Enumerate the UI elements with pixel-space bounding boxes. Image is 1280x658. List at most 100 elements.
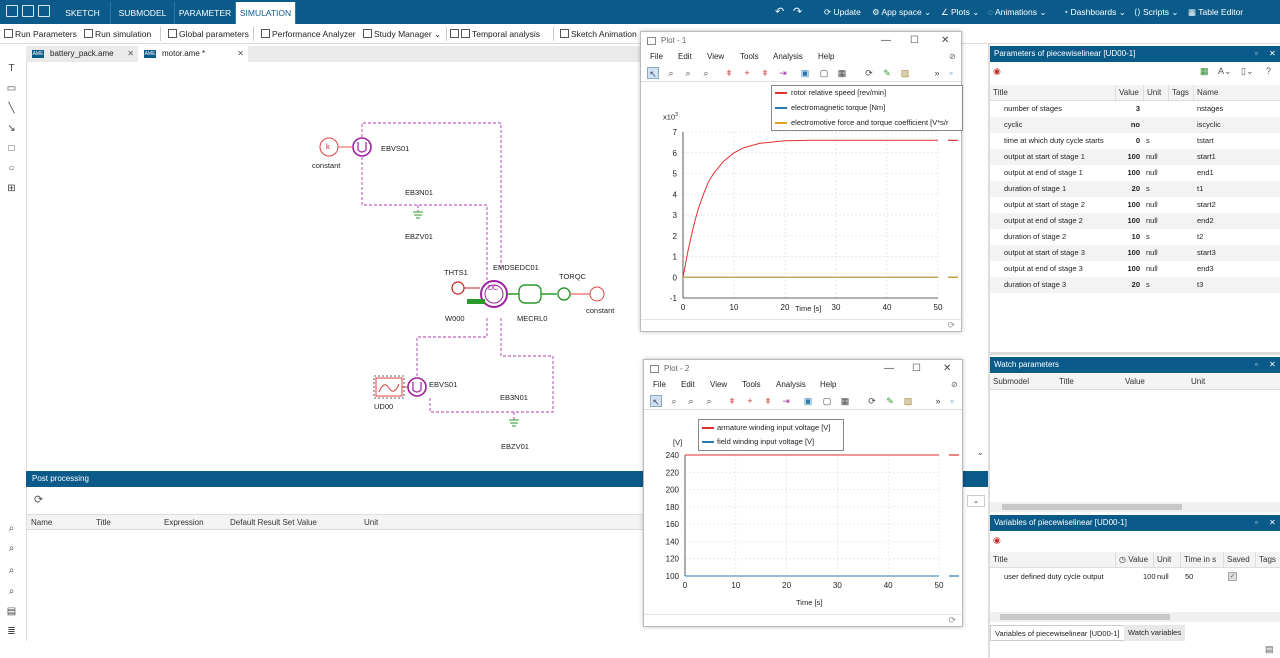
- list-icon[interactable]: ≣: [6, 627, 17, 637]
- col-title[interactable]: Title: [990, 552, 1008, 568]
- col-time[interactable]: Time in s: [1180, 552, 1216, 568]
- double-cursor-tool-icon[interactable]: ǂ: [762, 395, 774, 407]
- col-submodel[interactable]: Submodel: [990, 374, 1029, 390]
- col-value[interactable]: Value: [1115, 85, 1139, 101]
- menu-view[interactable]: View: [707, 50, 724, 64]
- table-editor-button[interactable]: ▦ Table Editor: [1188, 0, 1243, 24]
- chart-tool-icon[interactable]: ▨: [902, 395, 914, 407]
- more-tools-icon[interactable]: »: [932, 395, 944, 407]
- zoom-tool-icon[interactable]: ⌕: [665, 67, 677, 79]
- tab-battery-pack[interactable]: AME battery_pack.ame ✕: [26, 46, 138, 62]
- help-icon[interactable]: ?: [1266, 66, 1271, 76]
- pin-icon[interactable]: ⊘: [951, 378, 958, 392]
- menu-help[interactable]: Help: [820, 378, 836, 392]
- global-parameters-button[interactable]: Global parameters: [168, 24, 249, 44]
- menu-file[interactable]: File: [653, 378, 666, 392]
- resize-grip-icon[interactable]: ⟳: [948, 615, 956, 626]
- pin-icon[interactable]: ⊘: [949, 50, 956, 64]
- menu-edit[interactable]: Edit: [681, 378, 695, 392]
- export-icon[interactable]: ▯⌄: [1241, 66, 1254, 77]
- crosshair-tool-icon[interactable]: +: [744, 395, 756, 407]
- plots-menu[interactable]: ∠ Plots ⌄: [941, 0, 979, 24]
- text-tool-icon[interactable]: T: [6, 64, 17, 74]
- col-saved[interactable]: Saved: [1223, 552, 1250, 568]
- col-title[interactable]: Title: [1056, 374, 1074, 390]
- animations-menu[interactable]: ◌ Animations ⌄: [988, 0, 1047, 24]
- menu-tools[interactable]: Tools: [740, 50, 759, 64]
- align-tool-icon[interactable]: ⊞: [6, 184, 17, 194]
- ellipse-tool-icon[interactable]: ○: [6, 164, 17, 174]
- col-title[interactable]: Title: [96, 515, 111, 531]
- reload-tool-icon[interactable]: ⟳: [866, 395, 878, 407]
- tab-simulation[interactable]: SIMULATION: [236, 2, 296, 24]
- scripts-menu[interactable]: ⟨⟩ Scripts ⌄: [1134, 0, 1178, 24]
- menu-edit[interactable]: Edit: [678, 50, 692, 64]
- parameter-row[interactable]: duration of stage 3 20 s t3: [990, 277, 1280, 293]
- update-button[interactable]: ⟳ Update: [824, 0, 861, 24]
- sketch-animation-button[interactable]: Sketch Animation: [560, 24, 637, 44]
- maximize-icon[interactable]: ☐: [910, 32, 919, 50]
- tab-watch-variables[interactable]: Watch variables: [1124, 625, 1186, 641]
- constant-source-right[interactable]: [589, 286, 605, 302]
- variable-row[interactable]: user defined duty cycle output 100 null …: [990, 569, 1280, 585]
- plot-1-chart[interactable]: -1012345670 10 20 30 40 50: [641, 118, 961, 328]
- zoom-out-tool-icon[interactable]: ⌕: [700, 67, 712, 79]
- export-tool-icon[interactable]: ▣: [802, 395, 814, 407]
- col-default-result-set[interactable]: Default Result Set: [230, 515, 294, 531]
- col-unit[interactable]: Unit: [1188, 374, 1205, 390]
- horizontal-scrollbar[interactable]: [990, 502, 1280, 512]
- col-value[interactable]: ◷ Value: [1115, 552, 1148, 568]
- copy-tool-icon[interactable]: ▢: [821, 395, 833, 407]
- marker-tool-icon[interactable]: ⇥: [780, 395, 792, 407]
- parameter-row[interactable]: time at which duty cycle starts 0 s tstart: [990, 133, 1280, 149]
- plot-window-2[interactable]: Plot - 2 — ☐ ✕ File Edit View Tools Anal…: [643, 359, 963, 627]
- dashboards-menu[interactable]: ◔ Dashboards ⌄: [1063, 0, 1126, 24]
- zoom-tool-icon[interactable]: ⌕: [668, 395, 680, 407]
- crosshair-tool-icon[interactable]: +: [741, 67, 753, 79]
- close-icon[interactable]: ✕: [941, 32, 949, 50]
- menu-help[interactable]: Help: [818, 50, 834, 64]
- temporal-analysis-button[interactable]: Temporal analysis: [450, 24, 540, 44]
- marker-tool-icon[interactable]: ⇥: [777, 67, 789, 79]
- col-tags[interactable]: Tags: [1168, 85, 1189, 101]
- tab-sketch[interactable]: SKETCH: [55, 2, 111, 24]
- col-unit[interactable]: Unit: [1153, 552, 1171, 568]
- font-icon[interactable]: A⌄: [1218, 66, 1232, 77]
- zoom-selection-icon[interactable]: ⌕: [6, 587, 17, 597]
- cursor-tool-icon[interactable]: ǂ: [726, 395, 738, 407]
- col-value[interactable]: Value: [1122, 374, 1145, 390]
- parameter-row[interactable]: output at start of stage 3 100 null start3: [990, 245, 1280, 261]
- tab-parameter[interactable]: PARAMETER: [175, 2, 236, 24]
- col-name[interactable]: Name: [31, 515, 52, 531]
- close-icon[interactable]: ✕: [943, 360, 951, 378]
- zoom-out-icon[interactable]: ⌕: [6, 544, 17, 554]
- parameter-row[interactable]: output at end of stage 3 100 null end3: [990, 261, 1280, 277]
- rotary-load[interactable]: [518, 284, 542, 304]
- zoom-in-tool-icon[interactable]: ⌕: [685, 395, 697, 407]
- image-tool-icon[interactable]: ▭: [6, 84, 17, 94]
- parameter-row[interactable]: duration of stage 2 10 s t2: [990, 229, 1280, 245]
- more-tools-icon[interactable]: »: [931, 67, 943, 79]
- close-panel-icon[interactable]: ✕: [1269, 515, 1276, 531]
- cursor-tool-icon[interactable]: ǂ: [723, 67, 735, 79]
- rectangle-tool-icon[interactable]: □: [6, 144, 17, 154]
- menu-view[interactable]: View: [710, 378, 727, 392]
- horizontal-scrollbar[interactable]: [990, 612, 1280, 622]
- float-panel-icon[interactable]: ▫: [1255, 515, 1258, 531]
- menu-analysis[interactable]: Analysis: [776, 378, 806, 392]
- grid-tool-icon[interactable]: ▦: [839, 395, 851, 407]
- menu-analysis[interactable]: Analysis: [773, 50, 803, 64]
- parameter-row[interactable]: number of stages 3 nstages: [990, 101, 1280, 117]
- col-value[interactable]: Value: [297, 515, 317, 531]
- chart-tool-icon[interactable]: ▨: [899, 67, 911, 79]
- maximize-icon[interactable]: ☐: [912, 360, 921, 378]
- resize-grip-icon[interactable]: ⟳: [947, 320, 955, 331]
- tab-motor[interactable]: AME motor.ame * ✕: [138, 46, 248, 62]
- performance-analyzer-button[interactable]: Performance Analyzer: [261, 24, 356, 44]
- close-panel-icon[interactable]: ✕: [1269, 46, 1276, 62]
- reload-tool-icon[interactable]: ⟳: [863, 67, 875, 79]
- save-icon[interactable]: [38, 5, 50, 17]
- scrollbar-thumb[interactable]: [1002, 504, 1182, 510]
- parameter-row[interactable]: output at start of stage 2 100 null start2: [990, 197, 1280, 213]
- pointer-tool-icon[interactable]: ↖: [650, 395, 662, 407]
